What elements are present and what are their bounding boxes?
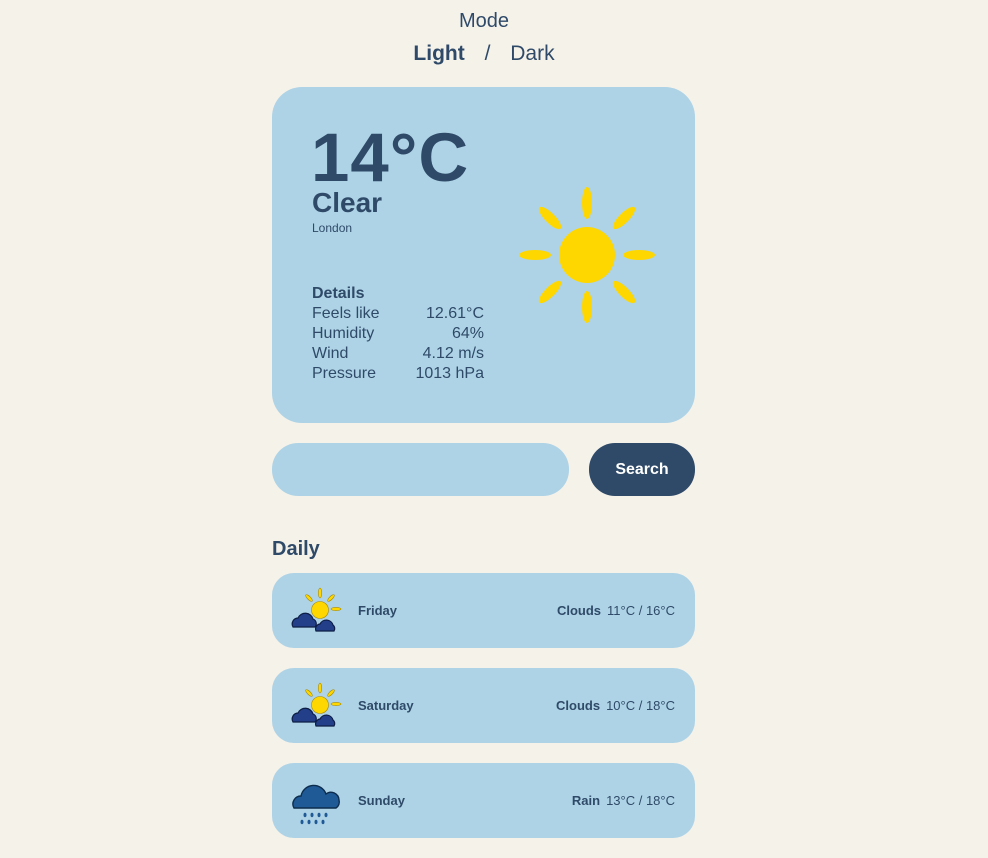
daily-forecast-item: Sunday Rain 13°C / 18°C: [272, 763, 695, 838]
day-summary: Clouds 10°C / 18°C: [556, 668, 675, 743]
day-temp-range: 13°C / 18°C: [606, 793, 675, 808]
details-section: Details Feels like 12.61°C Humidity 64% …: [312, 284, 484, 384]
rain-cloud-icon: [292, 784, 341, 825]
day-name: Saturday: [358, 698, 414, 713]
details-title: Details: [312, 285, 365, 302]
current-weather-card: 14°C Clear London Details Feels like 12.…: [272, 87, 695, 423]
detail-row-feels-like: Feels like 12.61°C: [312, 304, 484, 324]
day-condition: Clouds: [556, 603, 602, 618]
day-summary: Clouds 11°C / 16°C: [557, 573, 675, 648]
sun-behind-clouds-icon: [291, 587, 342, 632]
sun-icon: [519, 187, 655, 323]
detail-value: 64%: [451, 325, 484, 342]
mode-light-option[interactable]: Light: [413, 42, 464, 65]
mode-dark-option[interactable]: Dark: [510, 42, 554, 65]
day-condition: Rain: [571, 793, 601, 808]
detail-label: Pressure: [312, 365, 377, 382]
daily-title: Daily: [272, 538, 320, 560]
detail-value: 1013 hPa: [415, 365, 484, 382]
detail-value: 4.12 m/s: [422, 345, 484, 362]
current-temperature: 14°C: [311, 119, 470, 196]
detail-label: Feels like: [312, 305, 380, 322]
detail-label: Humidity: [312, 325, 375, 342]
day-summary: Rain 13°C / 18°C: [572, 763, 675, 838]
mode-switch: Light / Dark: [0, 42, 968, 66]
daily-forecast-item: Saturday Clouds 10°C / 18°C: [272, 668, 695, 743]
current-city: London: [312, 221, 353, 235]
detail-label: Wind: [312, 345, 349, 362]
mode-separator: /: [484, 42, 491, 65]
sun-behind-clouds-icon: [291, 682, 342, 727]
mode-title: Mode: [458, 10, 510, 32]
daily-forecast-item: Friday Clouds 11°C / 16°C: [272, 573, 695, 648]
day-condition: Clouds: [556, 698, 601, 713]
day-name: Friday: [358, 603, 398, 618]
detail-value: 12.61°C: [426, 305, 484, 322]
day-temp-range: 11°C / 16°C: [607, 603, 675, 618]
day-name: Sunday: [358, 793, 405, 808]
current-condition: Clear: [312, 187, 383, 218]
detail-row-wind: Wind 4.12 m/s: [312, 344, 484, 364]
detail-row-pressure: Pressure 1013 hPa: [312, 364, 484, 384]
detail-row-humidity: Humidity 64%: [312, 324, 484, 344]
search-input[interactable]: [272, 443, 569, 496]
day-temp-range: 10°C / 18°C: [606, 698, 675, 713]
search-button[interactable]: Search: [589, 443, 695, 496]
